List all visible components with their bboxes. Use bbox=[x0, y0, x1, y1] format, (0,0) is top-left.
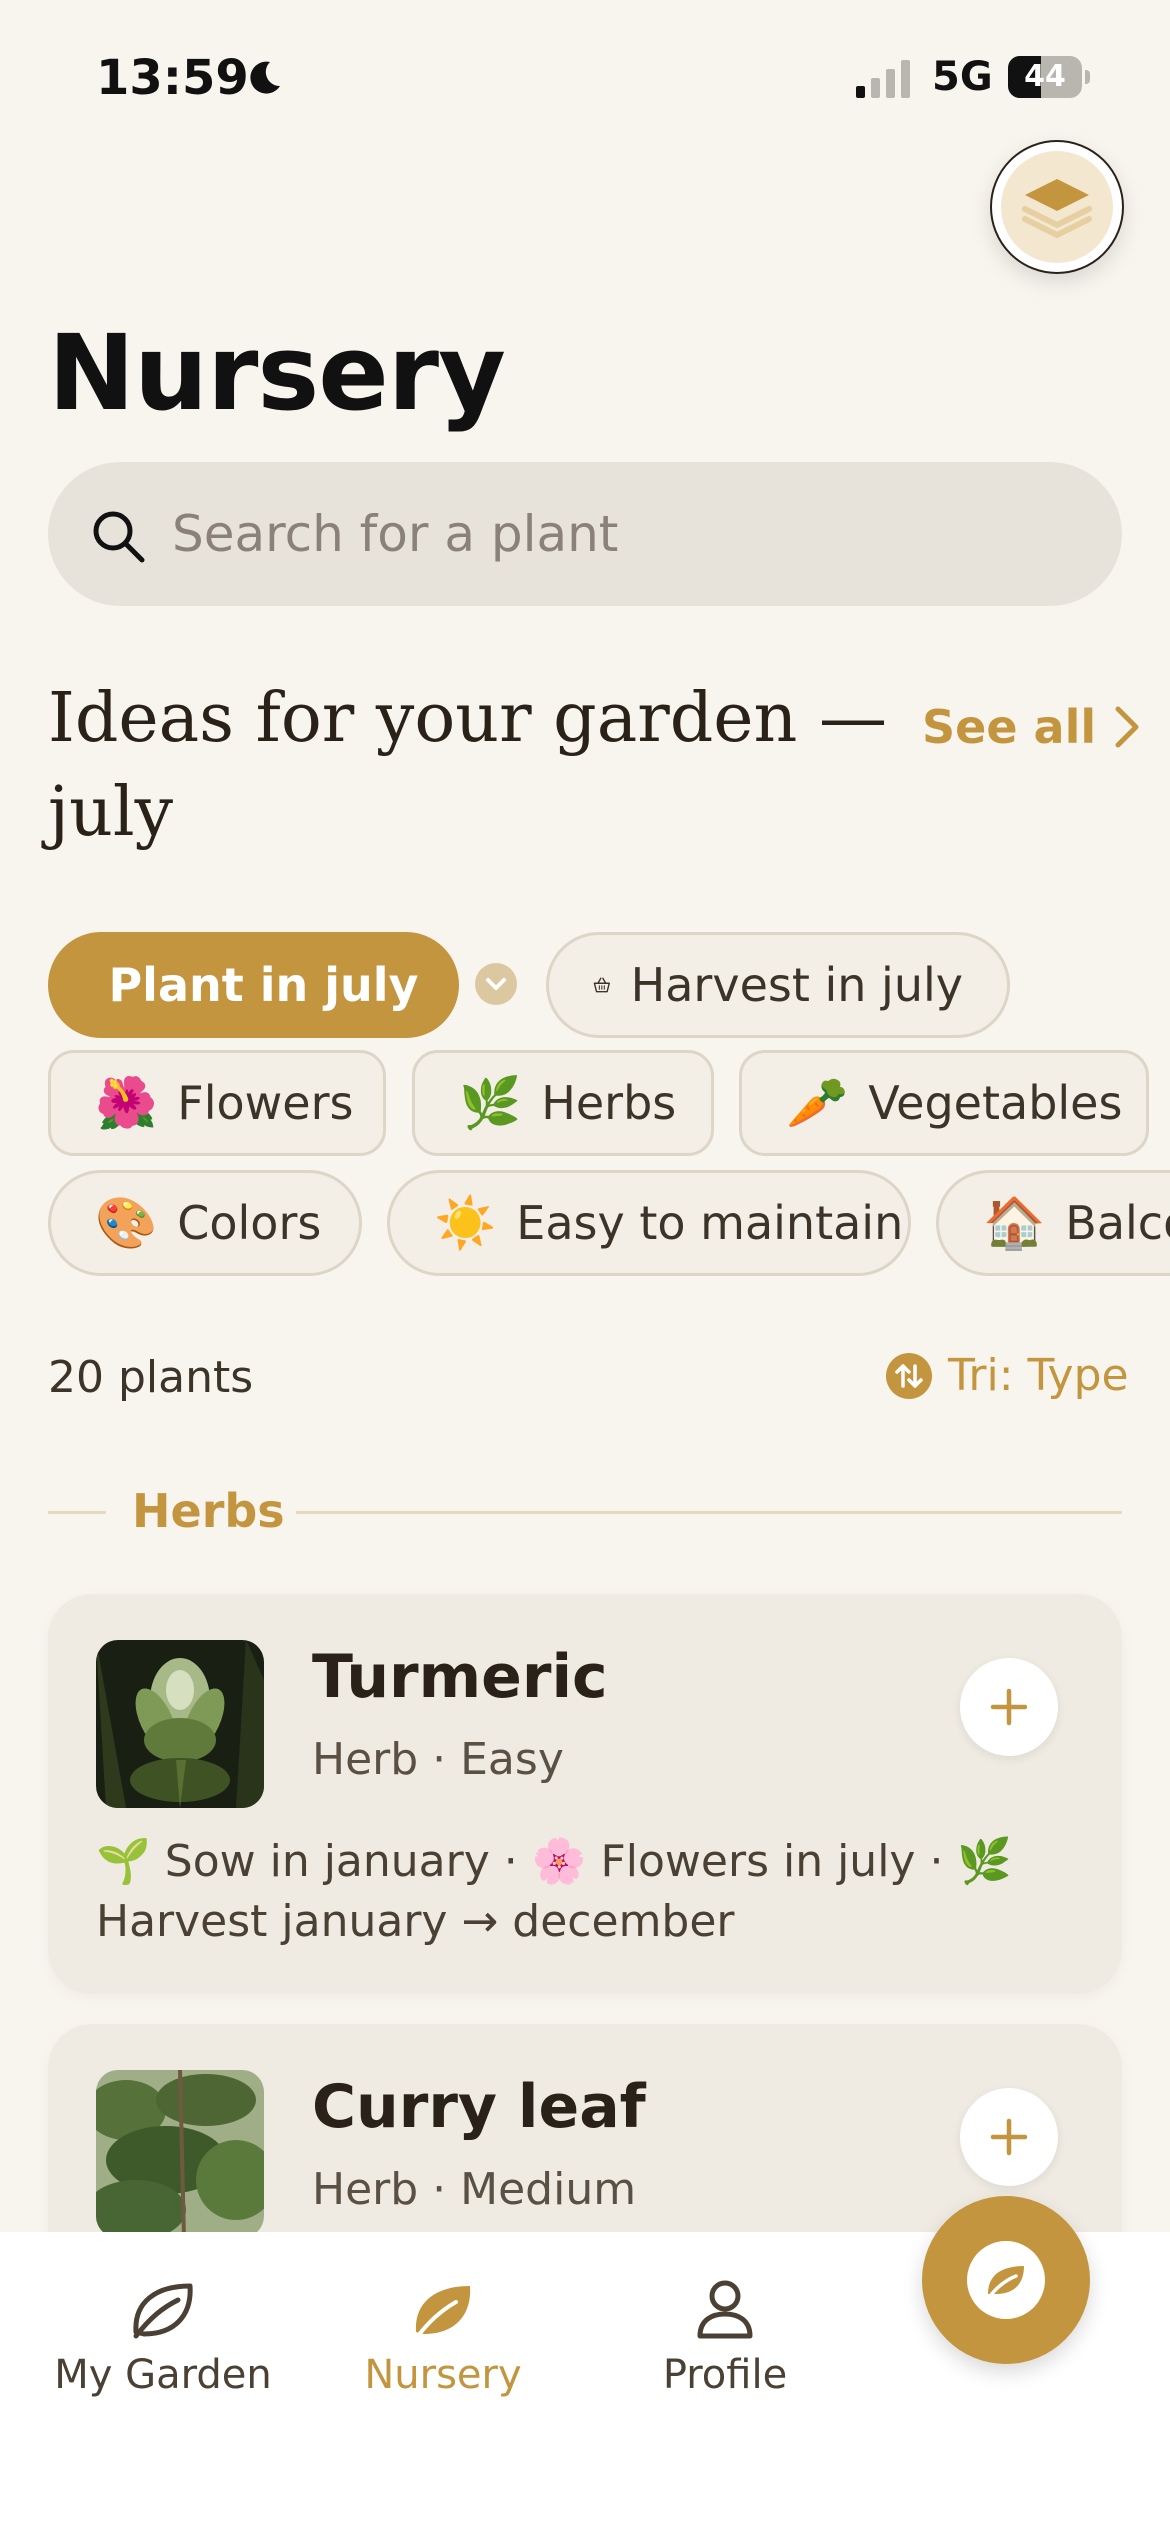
house-icon: 🏠 bbox=[983, 1194, 1046, 1252]
person-icon bbox=[697, 2280, 753, 2339]
chip-harvest-in-july[interactable]: Harvest in july bbox=[546, 932, 1010, 1038]
plant-card[interactable]: Turmeric Herb · Easy 🌱 Sow in january · … bbox=[48, 1594, 1122, 1994]
search-bar[interactable] bbox=[48, 462, 1122, 606]
chip-label: Harvest in july bbox=[630, 958, 963, 1012]
plant-image bbox=[96, 2070, 264, 2238]
carrot-icon: 🥕 bbox=[786, 1074, 849, 1132]
tab-label: My Garden bbox=[54, 2352, 272, 2398]
chip-plant-in-july[interactable]: Plant in july bbox=[48, 932, 459, 1038]
tab-label: Profile bbox=[662, 2352, 788, 2398]
sort-label: Tri: Type bbox=[948, 1350, 1129, 1401]
tab-nursery[interactable]: Nursery bbox=[318, 2278, 568, 2398]
leaf-outline-icon bbox=[133, 2283, 193, 2339]
moon-icon bbox=[250, 61, 280, 94]
chip-herbs[interactable]: 🌿 Herbs bbox=[412, 1050, 714, 1156]
hibiscus-icon: 🌺 bbox=[95, 1074, 158, 1132]
see-all-link[interactable]: See all bbox=[922, 700, 1140, 754]
chip-balcony[interactable]: 🏠 Balco bbox=[936, 1170, 1170, 1276]
leaf-filled-icon bbox=[415, 2286, 471, 2338]
sort-icon bbox=[886, 1352, 932, 1399]
tab-label: Nursery bbox=[364, 2352, 522, 2398]
plant-count: 20 plants bbox=[48, 1352, 254, 1403]
chip-label: Herbs bbox=[541, 1076, 677, 1130]
layers-icon bbox=[1022, 179, 1092, 238]
plus-icon bbox=[990, 1688, 1028, 1726]
herb-icon: 🌿 bbox=[459, 1074, 522, 1132]
ideas-title: Ideas for your garden — july bbox=[48, 679, 887, 852]
chip-flowers[interactable]: 🌺 Flowers bbox=[48, 1050, 386, 1156]
sun-icon: ☀️ bbox=[434, 1194, 497, 1252]
chip-label: Plant in july bbox=[108, 958, 419, 1012]
assistant-fab-button[interactable] bbox=[922, 2196, 1090, 2364]
plant-meta: Herb · Medium bbox=[312, 2164, 637, 2215]
palette-icon: 🎨 bbox=[95, 1194, 158, 1252]
signal-icon bbox=[856, 60, 910, 98]
plant-image bbox=[96, 1640, 264, 1808]
battery-icon: 44 bbox=[1008, 56, 1090, 98]
status-time: 13:59 bbox=[96, 50, 249, 106]
leaf-chat-icon bbox=[988, 2266, 1024, 2298]
tab-my-garden[interactable]: My Garden bbox=[38, 2278, 288, 2398]
chip-easy-to-maintain[interactable]: ☀️ Easy to maintain bbox=[387, 1170, 911, 1276]
plus-icon bbox=[990, 2118, 1028, 2156]
nursery-screen: 13:59 5G 44 Nursery Search for a plant I… bbox=[0, 0, 1170, 2532]
chip-label: Easy to maintain bbox=[516, 1196, 904, 1250]
plant-details: 🌱 Sow in january · 🌸 Flowers in july · 🌿… bbox=[96, 1836, 1013, 1947]
add-plant-button[interactable] bbox=[960, 2088, 1058, 2186]
chevron-down-icon bbox=[486, 978, 506, 990]
tab-profile[interactable]: Profile bbox=[600, 2278, 850, 2398]
add-plant-button[interactable] bbox=[960, 1658, 1058, 1756]
battery-level: 44 bbox=[1024, 59, 1066, 94]
search-input[interactable] bbox=[172, 462, 1072, 606]
chevron-right-icon bbox=[1115, 706, 1139, 748]
plant-meta: Herb · Easy bbox=[312, 1734, 564, 1785]
chip-colors[interactable]: 🎨 Colors bbox=[48, 1170, 362, 1276]
chip-vegetables[interactable]: 🥕 Vegetables bbox=[739, 1050, 1149, 1156]
chip-label: Balco bbox=[1065, 1196, 1170, 1250]
chip-label: Flowers bbox=[177, 1076, 354, 1130]
plant-name: Turmeric bbox=[312, 1642, 608, 1712]
network-label: 5G bbox=[932, 54, 993, 100]
basket-icon bbox=[593, 977, 610, 993]
see-all-label: See all bbox=[922, 700, 1097, 754]
section-divider bbox=[48, 1511, 106, 1514]
page-title: Nursery bbox=[48, 312, 506, 434]
chip-label: Colors bbox=[177, 1196, 322, 1250]
plant-name: Curry leaf bbox=[312, 2072, 646, 2142]
status-bar: 13:59 5G 44 bbox=[0, 0, 1170, 150]
sort-button[interactable]: Tri: Type bbox=[886, 1350, 1129, 1401]
section-label: Herbs bbox=[132, 1484, 285, 1538]
layers-button[interactable] bbox=[990, 140, 1124, 274]
search-icon bbox=[93, 511, 145, 563]
chip-label: Vegetables bbox=[868, 1076, 1123, 1130]
chip-dropdown-button[interactable] bbox=[475, 963, 517, 1005]
section-divider bbox=[296, 1511, 1122, 1514]
